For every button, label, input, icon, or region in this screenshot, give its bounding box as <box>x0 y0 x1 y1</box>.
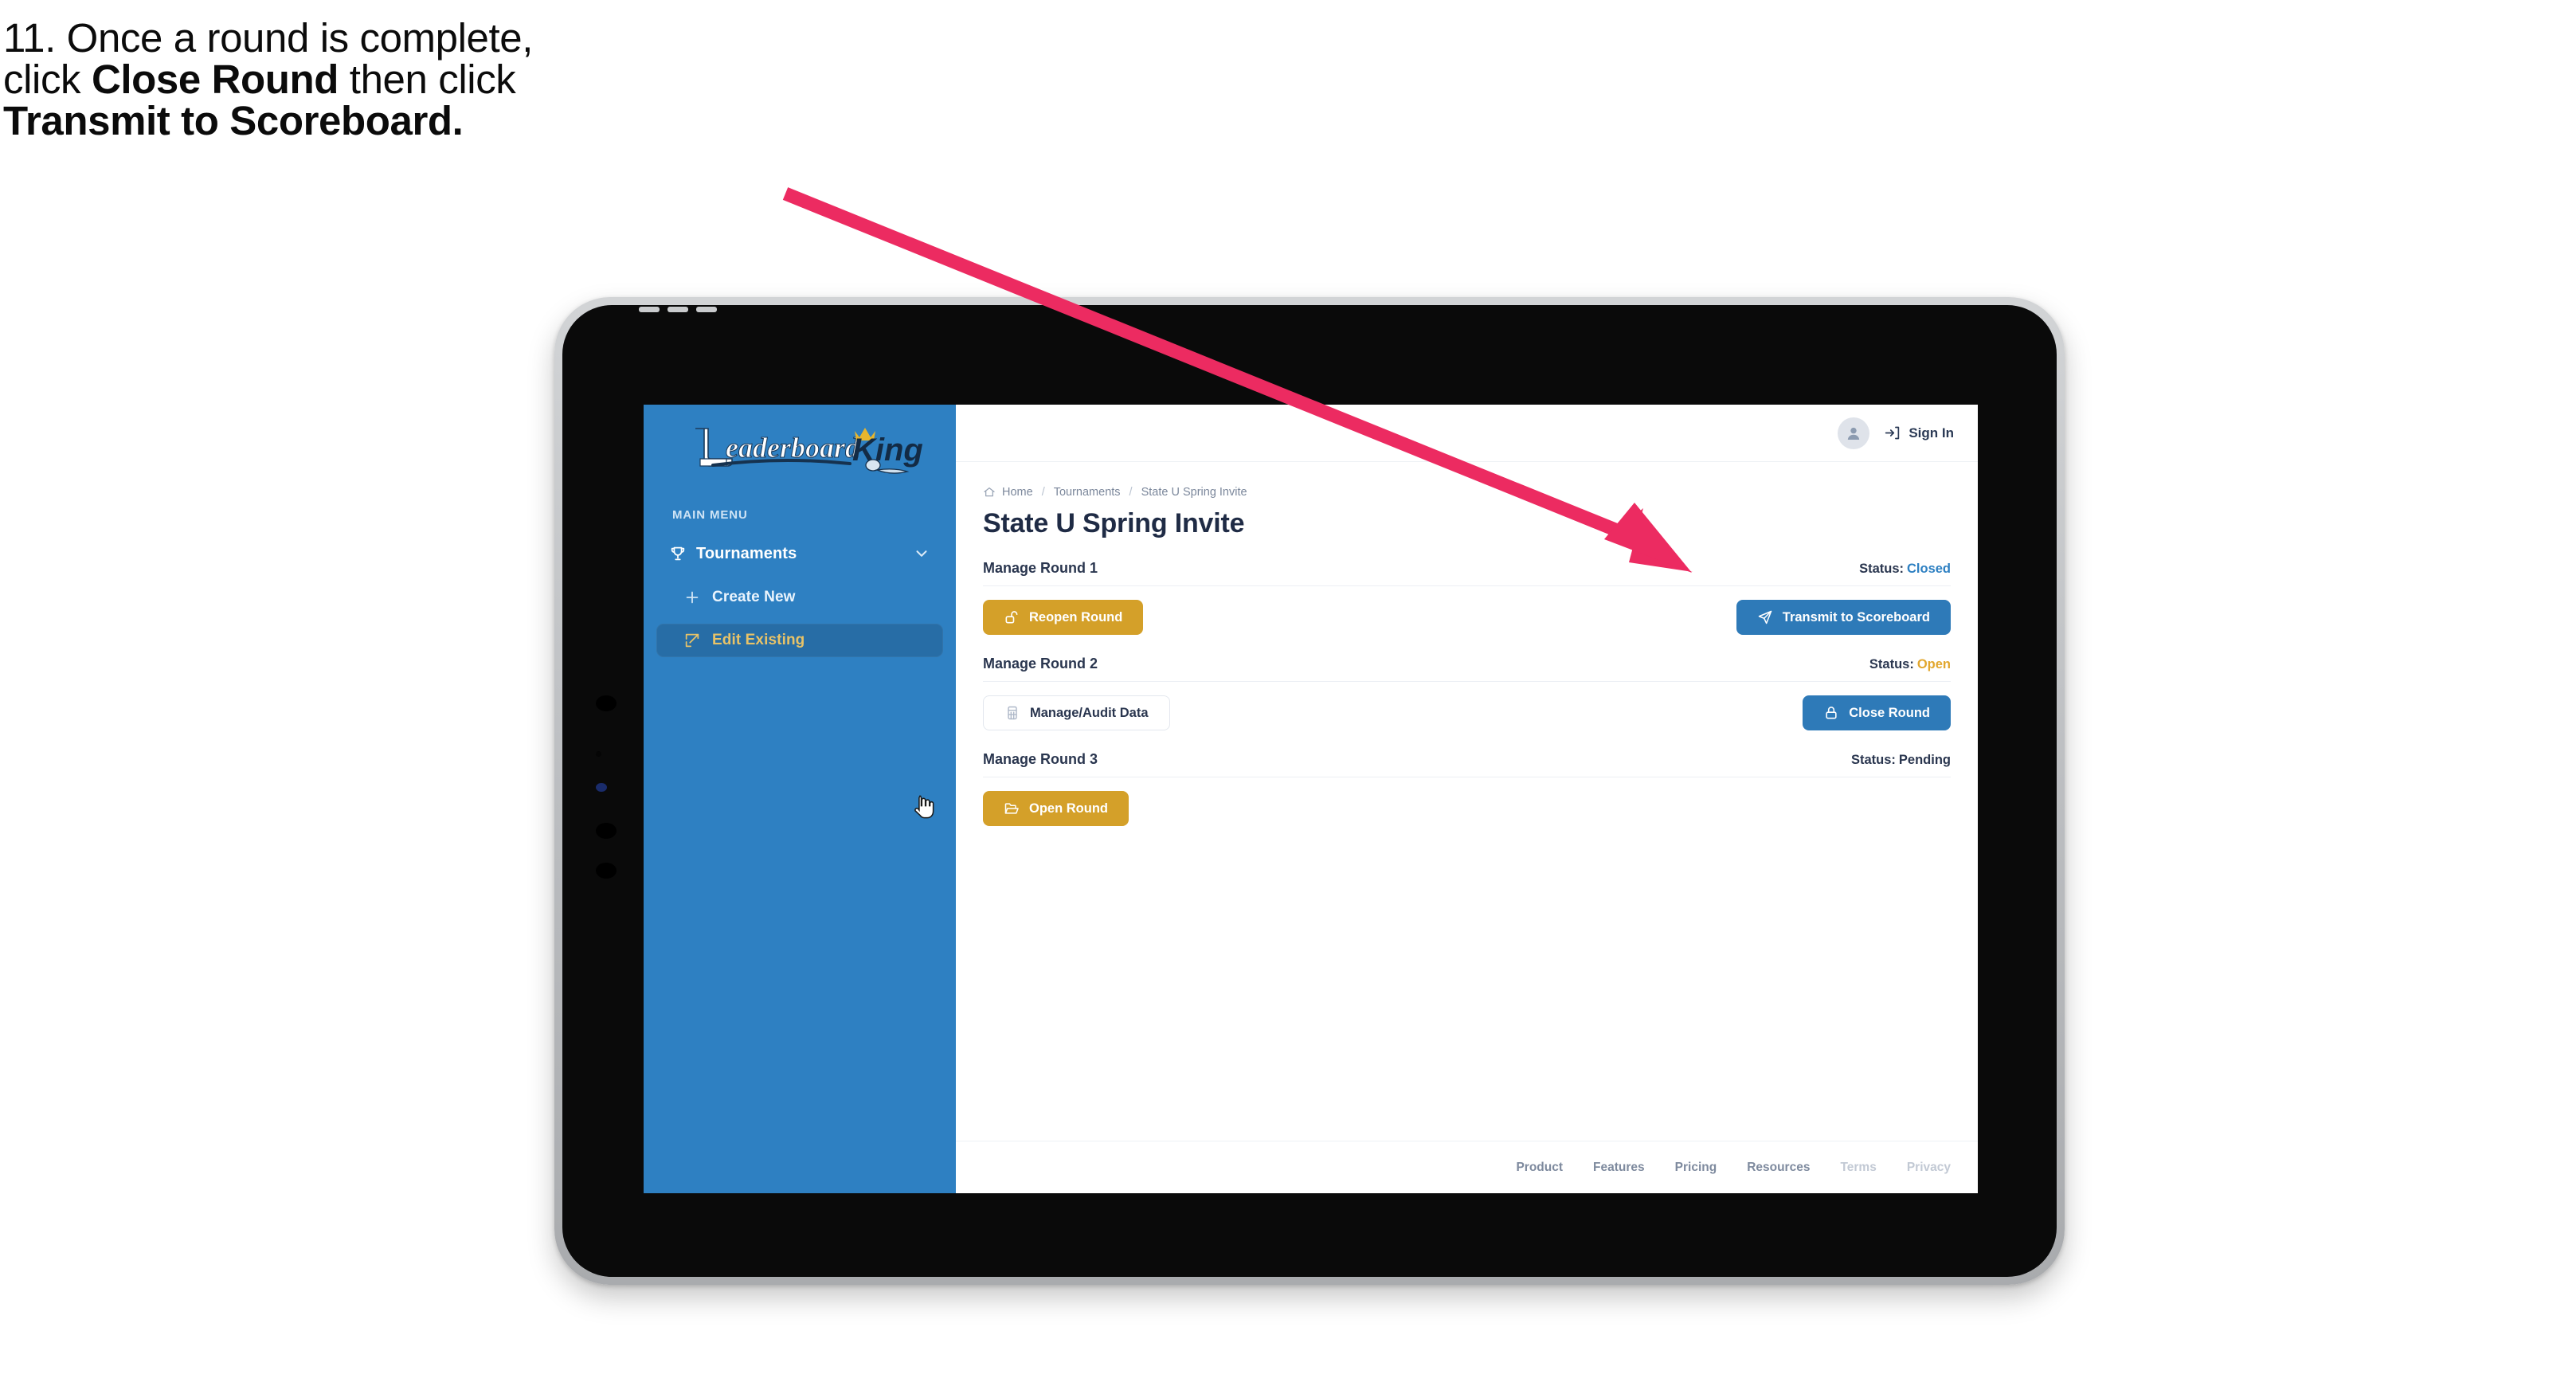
user-avatar-icon <box>1848 427 1860 440</box>
sidebar: eaderboard King MAIN MENU Tournaments Cr… <box>644 405 956 1193</box>
round-1-status-label: Status: <box>1859 562 1904 576</box>
table-grid-icon <box>1008 706 1017 720</box>
breadcrumb-separator-1: / <box>1041 486 1045 499</box>
app-logo[interactable]: eaderboard King <box>644 405 956 480</box>
lock-icon <box>1826 707 1837 719</box>
round-2-title: Manage Round 2 <box>983 656 1098 671</box>
caption-line-3-bold: Transmit to Scoreboard. <box>3 98 464 144</box>
breadcrumb-home[interactable]: Home <box>983 486 1033 499</box>
round-3-status-label: Status: <box>1850 753 1896 767</box>
sidebar-item-create-new[interactable]: Create New <box>656 581 943 614</box>
reopen-round-label: Reopen Round <box>1029 609 1123 624</box>
plus-icon <box>686 591 699 604</box>
speaker-dot-upper <box>596 823 617 839</box>
sidebar-item-tournaments-label: Tournaments <box>696 544 797 562</box>
trophy-icon <box>671 546 685 561</box>
reopen-round-button[interactable]: Reopen Round <box>983 600 1144 635</box>
footer-link-features[interactable]: Features <box>1593 1161 1645 1175</box>
sign-in-button[interactable]: Sign In <box>1884 425 1954 441</box>
camera-dot <box>596 695 617 711</box>
indicator-led <box>596 783 607 792</box>
app-footer: Product Features Pricing Resources Terms… <box>956 1141 1978 1193</box>
sign-in-label: Sign In <box>1909 425 1954 440</box>
sidebar-item-edit-existing-label: Edit Existing <box>712 632 805 648</box>
caption-line-2: click Close Round then click <box>3 59 895 100</box>
unlock-icon <box>1005 611 1018 624</box>
round-1-divider <box>983 585 1951 586</box>
avatar[interactable] <box>1838 417 1870 449</box>
mouse-cursor-pointer <box>914 795 934 819</box>
round-2-status: Status: Open <box>1869 657 1951 672</box>
open-round-label: Open Round <box>1029 801 1108 816</box>
round-1-status: Status: Closed <box>1859 562 1951 577</box>
round-3-status: Status: Pending <box>1851 753 1951 768</box>
sidebar-item-create-new-label: Create New <box>712 589 796 605</box>
instruction-caption: 11. Once a round is complete, click Clos… <box>3 15 895 142</box>
breadcrumb-current: State U Spring Invite <box>1141 486 1247 499</box>
round-section-2: Manage Round 2 Status: Open Manage/Audit… <box>983 656 1951 730</box>
edit-square-icon <box>685 633 699 648</box>
round-2-status-value: Open <box>1916 657 1951 671</box>
open-round-button[interactable]: Open Round <box>983 791 1129 826</box>
round-1-status-value: Closed <box>1906 562 1951 576</box>
caption-line-2-bold: Close Round <box>91 57 339 103</box>
tablet-screen-bezel: eaderboard King MAIN MENU Tournaments Cr… <box>562 305 2057 1277</box>
folder-open-icon <box>1004 803 1019 814</box>
svg-text:King: King <box>852 433 923 468</box>
breadcrumb: Home / Tournaments / State U Spring Invi… <box>983 486 1951 499</box>
manage-audit-data-button[interactable]: Manage/Audit Data <box>983 695 1170 730</box>
speaker-dot-lower <box>596 863 617 879</box>
manage-audit-data-label: Manage/Audit Data <box>1030 705 1149 720</box>
sidebar-section-label: MAIN MENU <box>672 508 748 522</box>
breadcrumb-home-label: Home <box>1002 486 1033 499</box>
round-3-status-value: Pending <box>1898 753 1951 767</box>
close-round-label: Close Round <box>1849 705 1930 720</box>
top-bar: Sign In <box>956 405 1978 462</box>
chevron-down-icon[interactable] <box>913 545 930 562</box>
screenshot-canvas: 11. Once a round is complete, click Clos… <box>0 0 2576 1386</box>
page-title: State U Spring Invite <box>983 508 1245 538</box>
leaderboard-king-logo-icon: eaderboard King <box>695 428 923 474</box>
round-2-status-label: Status: <box>1869 657 1914 671</box>
round-section-3: Manage Round 3 Status: Pending Open Roun… <box>983 751 1951 826</box>
sidebar-item-edit-existing[interactable]: Edit Existing <box>656 624 943 657</box>
caption-line-1: 11. Once a round is complete, <box>3 15 533 61</box>
caption-line-2-post: then click <box>339 57 516 103</box>
footer-link-terms[interactable]: Terms <box>1840 1161 1876 1175</box>
footer-link-resources[interactable]: Resources <box>1747 1161 1810 1175</box>
app-window: eaderboard King MAIN MENU Tournaments Cr… <box>644 405 1978 1193</box>
sign-in-icon <box>1885 426 1900 440</box>
caption-line-2-pre: click <box>3 57 92 103</box>
send-icon <box>1758 610 1772 624</box>
sidebar-item-tournaments[interactable]: Tournaments <box>656 536 943 571</box>
round-2-divider <box>983 681 1951 682</box>
footer-link-privacy[interactable]: Privacy <box>1907 1161 1951 1175</box>
breadcrumb-tournaments[interactable]: Tournaments <box>1054 486 1121 499</box>
home-icon <box>984 487 995 497</box>
transmit-to-scoreboard-label: Transmit to Scoreboard <box>1782 609 1930 624</box>
tablet-device-frame: eaderboard King MAIN MENU Tournaments Cr… <box>554 297 2065 1285</box>
transmit-to-scoreboard-button[interactable]: Transmit to Scoreboard <box>1736 600 1951 635</box>
breadcrumb-separator-2: / <box>1129 486 1133 499</box>
caption-line-3: Transmit to Scoreboard. <box>3 100 895 142</box>
footer-link-product[interactable]: Product <box>1516 1161 1563 1175</box>
sensor-dot-small <box>596 751 601 757</box>
footer-link-pricing[interactable]: Pricing <box>1675 1161 1717 1175</box>
main-content: Sign In Home / Tournaments / State U Spr… <box>956 405 1978 1193</box>
round-3-title: Manage Round 3 <box>983 751 1098 767</box>
round-section-1: Manage Round 1 Status: Closed Reopen Rou… <box>983 560 1951 635</box>
close-round-button[interactable]: Close Round <box>1803 695 1951 730</box>
round-1-title: Manage Round 1 <box>983 560 1098 576</box>
content-area: Home / Tournaments / State U Spring Invi… <box>956 462 1978 1141</box>
speaker-slots <box>639 307 717 312</box>
